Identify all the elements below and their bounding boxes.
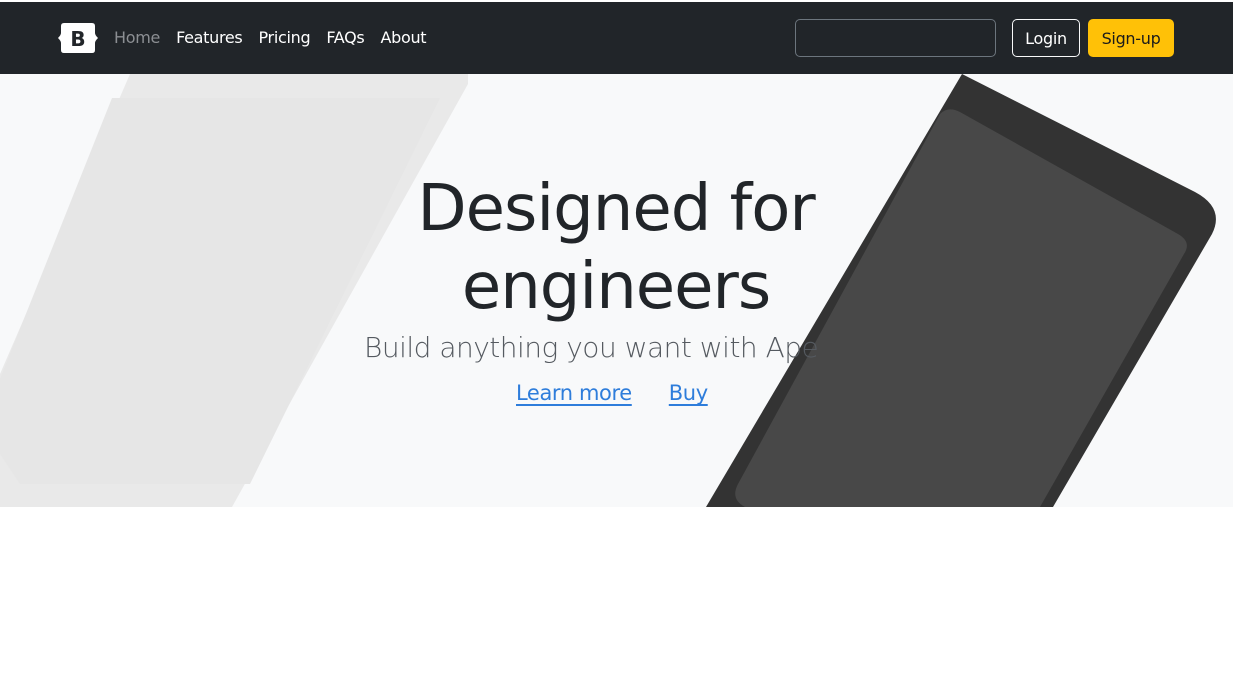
nav-link-home[interactable]: Home xyxy=(114,26,160,50)
signup-button[interactable]: Sign-up xyxy=(1088,19,1174,57)
hero-links: Learn more Buy xyxy=(516,381,745,405)
nav-link-about[interactable]: About xyxy=(380,26,426,50)
nav-link-pricing[interactable]: Pricing xyxy=(258,26,310,50)
nav-links: Home Features Pricing FAQs About xyxy=(114,26,442,50)
hero-section: Designed for engineers Build anything yo… xyxy=(0,74,1233,507)
navbar: B Home Features Pricing FAQs About Login… xyxy=(0,2,1233,74)
search-input[interactable] xyxy=(795,19,996,57)
brand-logo[interactable]: B xyxy=(57,21,99,55)
hero-title: Designed for engineers xyxy=(417,172,815,324)
learn-more-link[interactable]: Learn more xyxy=(516,381,632,405)
nav-link-faqs[interactable]: FAQs xyxy=(326,26,364,50)
login-button[interactable]: Login xyxy=(1012,19,1080,57)
hero-subtitle: Build anything you want with Ape xyxy=(364,331,819,364)
nav-link-features[interactable]: Features xyxy=(176,26,243,50)
brand-letter: B xyxy=(70,27,85,51)
buy-link[interactable]: Buy xyxy=(669,381,708,405)
bootstrap-logo-icon: B xyxy=(58,23,98,53)
